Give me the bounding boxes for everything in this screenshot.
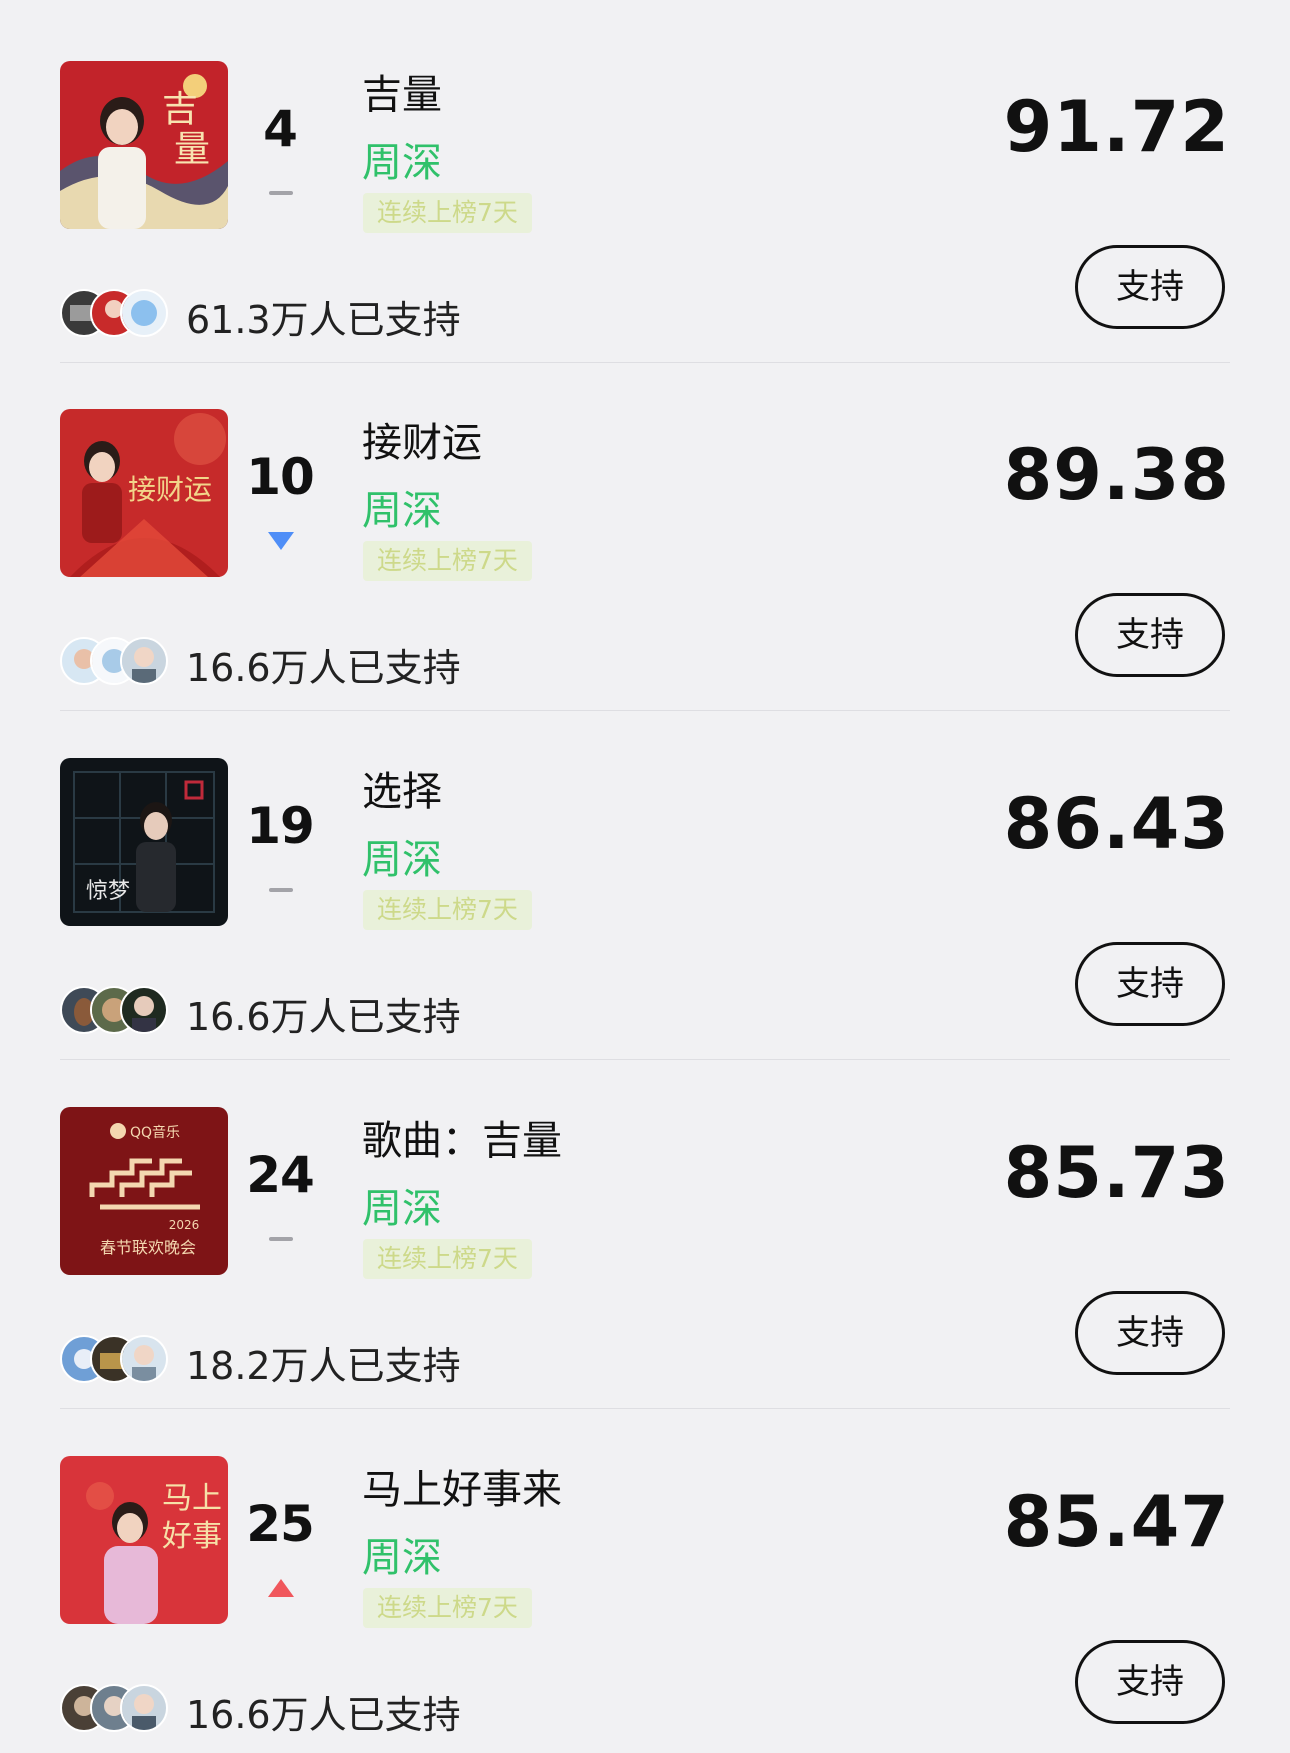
song-title[interactable]: 选择	[362, 759, 442, 817]
svg-text:惊梦: 惊梦	[86, 879, 130, 904]
ranking-item[interactable]: 马上 好事 25 马上好事来 周深 连续上榜7天 85.47 16.6万人已支持…	[0, 1395, 1290, 1744]
avatar	[120, 289, 168, 337]
supporter-avatars	[60, 986, 172, 1034]
cover-brand-text: QQ音乐	[130, 1124, 180, 1141]
streak-badge: 连续上榜7天	[363, 541, 532, 581]
rank-number: 25	[246, 1495, 315, 1553]
song-title[interactable]: 歌曲：吉量	[362, 1108, 562, 1166]
support-button[interactable]: 支持	[1075, 593, 1225, 677]
album-cover[interactable]: 马上 好事	[60, 1456, 228, 1624]
album-cover-art: QQ音乐 2026 春节联欢晚会	[60, 1107, 228, 1275]
ranking-item[interactable]: 惊梦 19 选择 周深 连续上榜7天 86.43 16.6万人已支持 支持	[0, 697, 1290, 1060]
avatar	[120, 1684, 168, 1732]
score-value: 89.38	[1003, 434, 1230, 516]
artist-name[interactable]: 周深	[362, 827, 442, 885]
avatar	[120, 1335, 168, 1383]
streak-badge: 连续上榜7天	[363, 890, 532, 930]
album-cover[interactable]: 接财运	[60, 409, 228, 577]
artist-name[interactable]: 周深	[362, 1525, 442, 1583]
score-value: 91.72	[1003, 86, 1230, 168]
svg-text:好事: 好事	[162, 1519, 222, 1554]
supporter-count: 16.6万人已支持	[186, 1693, 461, 1737]
ranking-item[interactable]: 吉 量 4 吉量 周深 连续上榜7天 91.72 61.3万人已支持 支持	[0, 0, 1290, 363]
supporter-count: 16.6万人已支持	[186, 995, 461, 1039]
streak-badge: 连续上榜7天	[363, 1239, 532, 1279]
song-title[interactable]: 接财运	[362, 410, 482, 468]
score-value: 85.73	[1003, 1132, 1230, 1214]
support-button[interactable]: 支持	[1075, 942, 1225, 1026]
streak-badge: 连续上榜7天	[363, 193, 532, 233]
album-cover-art: 接财运	[60, 409, 228, 577]
rank-number: 24	[246, 1146, 315, 1204]
supporter-avatars	[60, 1684, 172, 1732]
triangle-down-icon	[266, 528, 296, 554]
supporter-avatars	[60, 289, 172, 337]
artist-name[interactable]: 周深	[362, 130, 442, 188]
svg-text:量: 量	[174, 129, 210, 170]
ranking-item[interactable]: 接财运 10 接财运 周深 连续上榜7天 89.38 16.6万人已支持 支持	[0, 348, 1290, 711]
rank-number: 10	[246, 448, 315, 506]
rank-number: 4	[263, 100, 298, 158]
rank-number: 19	[246, 797, 315, 855]
artist-name[interactable]: 周深	[362, 1176, 442, 1234]
song-title[interactable]: 马上好事来	[362, 1457, 562, 1515]
album-cover-art: 马上 好事	[60, 1456, 228, 1624]
score-value: 86.43	[1003, 783, 1230, 865]
supporter-avatars	[60, 637, 172, 685]
supporter-count: 16.6万人已支持	[186, 646, 461, 690]
dash-icon	[266, 1226, 296, 1252]
supporter-avatars	[60, 1335, 172, 1383]
support-button[interactable]: 支持	[1075, 1291, 1225, 1375]
album-cover[interactable]: 惊梦	[60, 758, 228, 926]
ranking-item[interactable]: QQ音乐 2026 春节联欢晚会 24 歌曲：吉量 周深 连续上榜7天 85.7…	[0, 1046, 1290, 1409]
supporter-count: 18.2万人已支持	[186, 1344, 461, 1388]
streak-badge: 连续上榜7天	[363, 1588, 532, 1628]
support-button[interactable]: 支持	[1075, 1640, 1225, 1724]
album-cover[interactable]: QQ音乐 2026 春节联欢晚会	[60, 1107, 228, 1275]
album-cover[interactable]: 吉 量	[60, 61, 228, 229]
svg-text:马上: 马上	[162, 1481, 222, 1516]
ranking-list: 吉 量 4 吉量 周深 连续上榜7天 91.72 61.3万人已支持 支持 接财…	[0, 0, 1290, 1753]
svg-text:吉: 吉	[162, 89, 198, 130]
support-button[interactable]: 支持	[1075, 245, 1225, 329]
avatar	[120, 986, 168, 1034]
avatar	[120, 637, 168, 685]
dash-icon	[266, 180, 296, 206]
triangle-up-icon	[266, 1575, 296, 1601]
svg-text:接财运: 接财运	[128, 473, 212, 506]
album-cover-art: 惊梦	[60, 758, 228, 926]
supporter-count: 61.3万人已支持	[186, 298, 461, 342]
album-cover-art: 吉 量	[60, 61, 228, 229]
cover-year-text: 2026	[169, 1218, 200, 1232]
song-title[interactable]: 吉量	[362, 62, 442, 120]
dash-icon	[266, 877, 296, 903]
cover-event-text: 春节联欢晚会	[100, 1238, 196, 1257]
score-value: 85.47	[1003, 1481, 1230, 1563]
artist-name[interactable]: 周深	[362, 478, 442, 536]
